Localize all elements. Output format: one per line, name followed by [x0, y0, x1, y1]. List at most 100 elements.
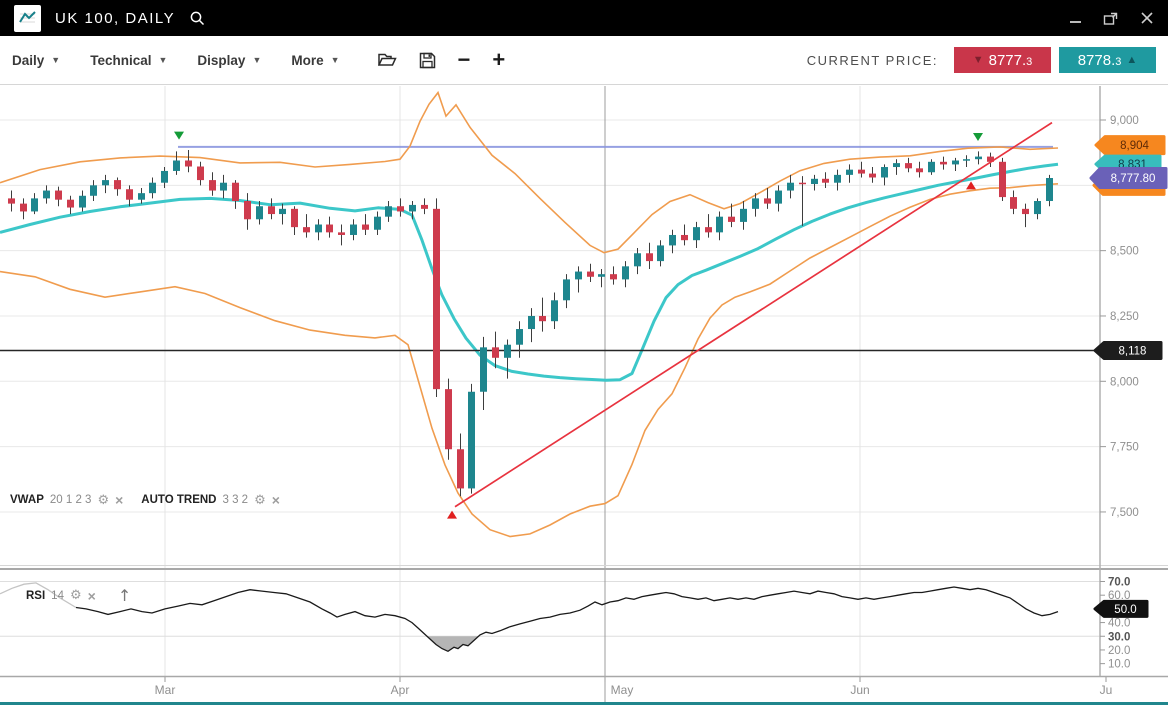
timeframe-menu[interactable]: Daily▼ [12, 53, 60, 68]
candle [539, 316, 546, 321]
sell-marker-icon [174, 132, 184, 140]
axis-label: 8,500 [1110, 246, 1139, 258]
candle [787, 183, 794, 191]
candle [409, 205, 416, 212]
candle [480, 347, 487, 391]
candle [362, 225, 369, 230]
more-menu[interactable]: More▼ [291, 53, 339, 68]
ask-price-button[interactable]: 8778.3 ▲ [1059, 47, 1156, 73]
chart-canvas[interactable]: 9,0008,5008,2508,0007,7507,50070.060.040… [0, 0, 1168, 705]
candle [397, 206, 404, 211]
rsi-settings-gear-icon[interactable]: ⚙ [70, 589, 82, 602]
axis-label: 9,000 [1110, 115, 1139, 127]
candle [975, 157, 982, 160]
axis-label: 70.0 [1108, 577, 1130, 589]
candle [457, 449, 464, 488]
display-menu[interactable]: Display▼ [197, 53, 261, 68]
candle [622, 266, 629, 279]
candle [102, 180, 109, 185]
candle [209, 180, 216, 190]
zoom-out-button[interactable]: − [458, 49, 471, 71]
candle [20, 204, 27, 212]
vwap-settings-gear-icon[interactable]: ⚙ [97, 494, 109, 507]
candle [881, 167, 888, 177]
auto-trend-settings-gear-icon[interactable]: ⚙ [254, 494, 266, 507]
candle [161, 171, 168, 183]
signal-markers [174, 132, 983, 519]
vwap-line[interactable] [0, 164, 1058, 380]
title-bar: UK 100, DAILY [0, 0, 1168, 36]
candle [421, 205, 428, 209]
candle [114, 180, 121, 189]
chevron-down-icon: ▼ [331, 55, 340, 65]
candle [504, 345, 511, 358]
chevron-down-icon: ▼ [252, 55, 261, 65]
panel-up-arrow-icon[interactable]: ↑ [118, 586, 131, 605]
candle [8, 198, 15, 203]
candle [869, 174, 876, 178]
rsi-label: RSI [26, 590, 45, 602]
candle [775, 191, 782, 204]
candle [492, 347, 499, 357]
vwap-remove-icon[interactable]: × [115, 493, 123, 507]
candle [220, 183, 227, 191]
search-icon[interactable] [189, 10, 206, 27]
rsi-indicator-label: RSI 14 ⚙ × ↑ [26, 586, 131, 605]
candle [173, 161, 180, 171]
auto-trend-line[interactable] [455, 123, 1052, 507]
candle [610, 274, 617, 279]
vwap-lower-band-line[interactable] [0, 184, 1058, 537]
chevron-down-icon: ▼ [158, 55, 167, 65]
candle [279, 209, 286, 214]
candle [185, 161, 192, 167]
candle [350, 225, 357, 235]
candle [669, 235, 676, 245]
candle [326, 225, 333, 233]
auto-trend-remove-icon[interactable]: × [272, 493, 280, 507]
candle [587, 272, 594, 277]
arrow-down-icon: ▼ [973, 54, 984, 66]
rsi-line[interactable] [76, 587, 1058, 651]
candle [657, 245, 664, 261]
current-price-label: CURRENT PRICE: [807, 53, 938, 68]
candle [705, 227, 712, 232]
candle [963, 159, 970, 161]
candle [811, 179, 818, 184]
candle [893, 163, 900, 167]
axis-label: 8,250 [1110, 311, 1139, 323]
axis-label: Apr [391, 683, 410, 697]
candle [575, 272, 582, 280]
close-icon[interactable] [1140, 11, 1154, 25]
candle [928, 162, 935, 172]
restore-window-button[interactable] [1103, 11, 1120, 26]
candle [905, 163, 912, 168]
candle [268, 206, 275, 214]
axis-label: 40.0 [1108, 618, 1130, 630]
auto-trend-label: AUTO TREND [141, 494, 216, 506]
axis-label: 20.0 [1108, 645, 1130, 657]
technical-menu[interactable]: Technical▼ [90, 53, 167, 68]
candle [999, 162, 1006, 197]
candle [916, 168, 923, 172]
arrow-up-icon: ▲ [1126, 54, 1137, 66]
sell-marker-icon [973, 133, 983, 141]
rsi-remove-icon[interactable]: × [88, 589, 96, 603]
vwap-upper-band-line[interactable] [0, 93, 1058, 253]
candle [126, 189, 133, 199]
candle [256, 206, 263, 219]
minimize-button[interactable] [1069, 11, 1083, 25]
save-icon[interactable] [419, 52, 436, 69]
bid-price-button[interactable]: ▼ 8777.3 [954, 47, 1051, 73]
open-folder-icon[interactable] [378, 52, 397, 68]
candle [693, 227, 700, 240]
price-badge-text: 8,904 [1120, 140, 1149, 152]
candle [291, 209, 298, 227]
candle [563, 279, 570, 300]
zoom-in-button[interactable]: + [492, 49, 505, 71]
rsi-value-badge-text: 50.0 [1114, 604, 1136, 616]
candle [551, 300, 558, 321]
candle [445, 389, 452, 449]
candle [740, 209, 747, 222]
vwap-params: 20 1 2 3 [50, 494, 92, 506]
chevron-down-icon: ▼ [51, 55, 60, 65]
